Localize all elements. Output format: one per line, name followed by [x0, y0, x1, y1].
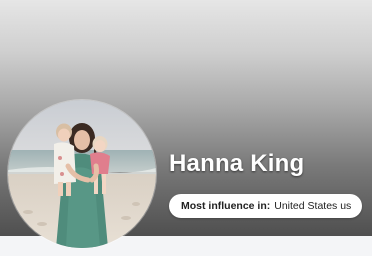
avatar[interactable] [8, 100, 156, 248]
profile-name: Hanna King [169, 150, 305, 177]
influence-label: Most influence in: [181, 200, 271, 212]
profile-photo-icon [8, 100, 156, 248]
influence-value: United States us [274, 200, 352, 212]
influence-badge: Most influence in: United States us [169, 194, 363, 218]
